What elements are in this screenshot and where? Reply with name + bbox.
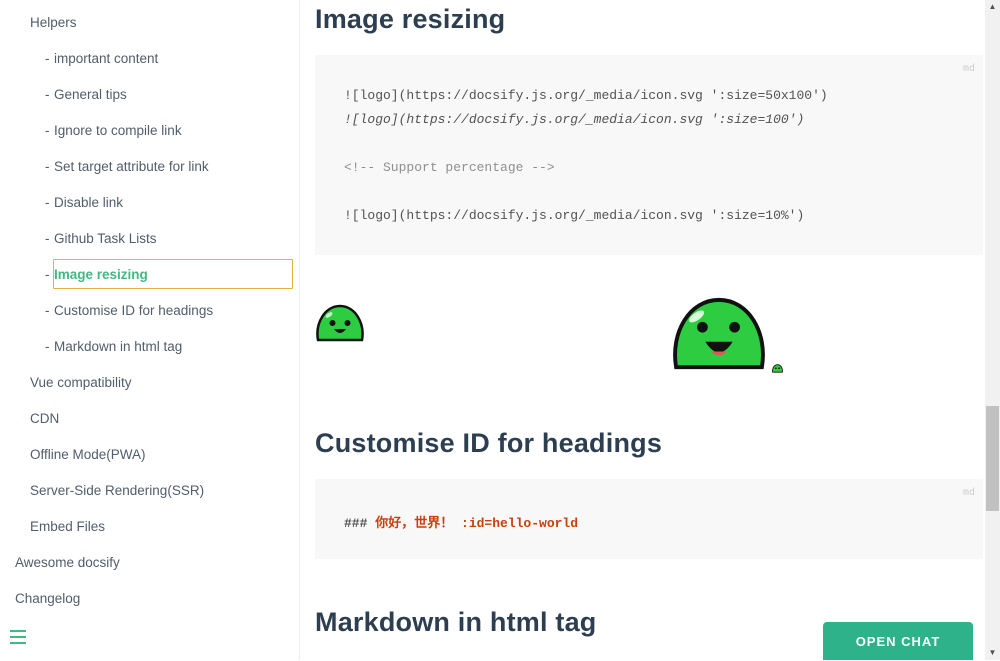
sidebar-item-awesome-docsify[interactable]: Awesome docsify: [15, 554, 120, 572]
heading-text: 你好，世界！ :id=hello-world: [375, 516, 579, 531]
sidebar-item-vue-compatibility[interactable]: Vue compatibility: [30, 374, 132, 392]
sidebar-item-github-task-lists[interactable]: - Github Task Lists: [45, 230, 157, 248]
bullet-dash: -: [45, 87, 50, 102]
code-line: ![logo](https://docsify.js.org/_media/ic…: [344, 208, 805, 223]
code-lang-label: md: [962, 63, 975, 74]
sidebar-item-label: Github Task Lists: [54, 231, 157, 246]
code-block-customise-id: md ### 你好，世界！ :id=hello-world: [315, 479, 983, 559]
heading-marker: ###: [344, 516, 376, 531]
heading-markdown-html-tag: Markdown in html tag: [315, 607, 597, 637]
sidebar-item-image-resizing[interactable]: - Image resizing: [45, 266, 148, 284]
sidebar-item-customise-id[interactable]: - Customise ID for headings: [45, 302, 213, 320]
sidebar-item-ignore-compile-link[interactable]: - Ignore to compile link: [45, 122, 182, 140]
code-block-image-resizing: md ![logo](https://docsify.js.org/_media…: [315, 55, 983, 255]
code-lang-label: md: [962, 487, 975, 498]
menu-toggle-icon[interactable]: [10, 630, 26, 644]
sidebar-item-markdown-html-tag[interactable]: - Markdown in html tag: [45, 338, 182, 356]
heading-image-resizing: Image resizing: [315, 4, 506, 34]
code-comment: <!-- Support percentage -->: [344, 160, 555, 175]
sidebar-item-label: important content: [54, 51, 159, 66]
code-line: ![logo](https://docsify.js.org/_media/ic…: [344, 112, 805, 127]
bullet-dash: -: [45, 159, 50, 174]
sidebar-item-label: General tips: [54, 87, 127, 102]
bullet-dash: -: [45, 195, 50, 210]
bullet-dash: -: [45, 339, 50, 354]
sidebar-item-ssr[interactable]: Server-Side Rendering(SSR): [30, 482, 204, 500]
sidebar-item-label: Markdown in html tag: [54, 339, 183, 354]
sidebar-item-important-content[interactable]: - important content: [45, 50, 158, 68]
main-content: Image resizing md ![logo](https://docsif…: [300, 0, 985, 660]
sidebar-item-offline-mode[interactable]: Offline Mode(PWA): [30, 446, 146, 464]
sidebar-item-cdn[interactable]: CDN: [30, 410, 59, 428]
sidebar-item-label: Image resizing: [54, 267, 148, 282]
logo-tiny-image: [772, 364, 783, 373]
sidebar-item-general-tips[interactable]: - General tips: [45, 86, 127, 104]
code-line: ![logo](https://docsify.js.org/_media/ic…: [344, 88, 828, 103]
sidebar-item-label: Ignore to compile link: [54, 123, 182, 138]
sidebar-item-disable-link[interactable]: - Disable link: [45, 194, 123, 212]
sidebar-item-changelog[interactable]: Changelog: [15, 590, 80, 608]
sidebar-item-label: Customise ID for headings: [54, 303, 214, 318]
scroll-down-icon[interactable]: ▼: [985, 646, 1000, 660]
scroll-up-icon[interactable]: ▲: [985, 0, 1000, 14]
scrollbar-track[interactable]: [985, 0, 1000, 660]
bullet-dash: -: [45, 51, 50, 66]
sidebar: Helpers - important content - General tips…: [0, 0, 300, 660]
heading-customise-id: Customise ID for headings: [315, 428, 663, 458]
sidebar-item-embed-files[interactable]: Embed Files: [30, 518, 105, 536]
logo-large-image: [673, 297, 765, 370]
sidebar-item-set-target-attribute[interactable]: - Set target attribute for link: [45, 158, 209, 176]
sidebar-item-label: Disable link: [54, 195, 124, 210]
sidebar-item-helpers[interactable]: Helpers: [30, 14, 77, 32]
bullet-dash: -: [45, 267, 50, 282]
open-chat-button[interactable]: OPEN CHAT: [823, 622, 973, 660]
bullet-dash: -: [45, 123, 50, 138]
sidebar-item-label: Set target attribute for link: [54, 159, 209, 174]
bullet-dash: -: [45, 303, 50, 318]
code-line: ### 你好，世界！ :id=hello-world: [344, 512, 578, 531]
scrollbar-thumb[interactable]: [986, 406, 999, 511]
bullet-dash: -: [45, 231, 50, 246]
logo-small-image: [316, 304, 364, 342]
